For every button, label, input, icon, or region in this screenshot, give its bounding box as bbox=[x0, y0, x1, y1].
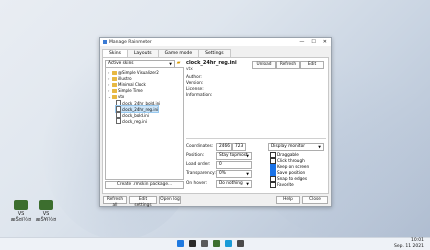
chevron-down-icon: ▼ bbox=[246, 154, 249, 158]
folder-open-icon[interactable]: ▰ bbox=[175, 60, 182, 67]
create-package-button[interactable]: Create .rmskin package... bbox=[105, 181, 184, 189]
edit-button[interactable]: Edit bbox=[300, 61, 324, 69]
maximize-button[interactable]: ☐ bbox=[311, 39, 315, 45]
search-icon[interactable] bbox=[189, 240, 196, 247]
checkbox-box bbox=[270, 182, 276, 188]
window-title: Manage Rainmeter bbox=[109, 39, 152, 45]
refresh-all-button[interactable]: Refresh all bbox=[103, 196, 127, 208]
license-label: License: bbox=[186, 87, 204, 92]
rainmeter-icon bbox=[103, 40, 107, 44]
close-window-button[interactable]: ✕ bbox=[323, 39, 327, 45]
monitor-dropdown[interactable]: Display monitor ▼ bbox=[268, 143, 324, 151]
desktop-icon-label: VS æŠ¥ï½¤ bbox=[35, 211, 57, 223]
system-clock[interactable]: 10:01 Sep. 11 2021 bbox=[394, 238, 424, 249]
tree-item[interactable]: › Minimal Clock bbox=[108, 82, 146, 87]
edit-settings-button[interactable]: Edit settings bbox=[129, 196, 157, 208]
start-icon[interactable] bbox=[177, 240, 184, 247]
clock-date: Sep. 11 2021 bbox=[394, 243, 424, 249]
chevron-down-icon: ▼ bbox=[318, 145, 321, 149]
help-button[interactable]: Help bbox=[276, 196, 300, 204]
draggable-checkbox[interactable]: Draggable bbox=[270, 152, 299, 158]
folder-icon bbox=[112, 70, 117, 75]
checkbox-box-checked bbox=[270, 164, 276, 170]
unload-button[interactable]: Unload bbox=[252, 61, 276, 69]
checkbox-box bbox=[270, 158, 276, 164]
transparency-dropdown[interactable]: 0% ▼ bbox=[216, 170, 252, 178]
open-log-button[interactable]: Open log bbox=[159, 196, 181, 204]
file-icon bbox=[116, 118, 121, 124]
tree-item[interactable]: ⌄ vtx bbox=[108, 94, 124, 99]
app-icon[interactable] bbox=[237, 240, 244, 247]
minimize-button[interactable]: — bbox=[299, 39, 304, 45]
desktop-icon-1[interactable]: VS æŠ¤ï½¤ bbox=[8, 200, 34, 223]
active-skins-label: Active skins bbox=[108, 61, 134, 66]
favorite-checkbox[interactable]: Favorite bbox=[270, 182, 294, 188]
title-bar[interactable]: Manage Rainmeter — ☐ ✕ bbox=[100, 38, 331, 46]
chevron-down-icon: ▼ bbox=[246, 172, 249, 176]
folder-icon bbox=[112, 94, 117, 99]
checkbox-box bbox=[270, 176, 276, 182]
on-hover-dropdown[interactable]: Do nothing ▼ bbox=[216, 180, 252, 188]
folder-icon bbox=[112, 88, 117, 93]
keep-on-screen-checkbox[interactable]: Keep on screen bbox=[270, 164, 309, 170]
skin-name: clock_24hr_reg.ini bbox=[186, 60, 237, 66]
position-label: Position: bbox=[186, 153, 205, 158]
click-through-checkbox[interactable]: Click through bbox=[270, 158, 305, 164]
save-position-checkbox[interactable]: Save position bbox=[270, 170, 305, 176]
version-label: Version: bbox=[186, 81, 204, 86]
task-view-icon[interactable] bbox=[201, 240, 208, 247]
tree-item[interactable]: clock_reg.ini bbox=[116, 118, 147, 124]
app-icon[interactable] bbox=[213, 240, 220, 247]
divider bbox=[186, 138, 326, 139]
checkbox-box-checked bbox=[270, 170, 276, 176]
app-icon bbox=[39, 200, 53, 210]
x-coordinate-input[interactable]: 2466 bbox=[216, 143, 232, 151]
app-icon bbox=[14, 200, 28, 210]
tree-item[interactable]: › illustro bbox=[108, 76, 132, 81]
desktop-icon-2[interactable]: VS æŠ¥ï½¤ bbox=[33, 200, 59, 223]
on-hover-label: On hover: bbox=[186, 181, 208, 186]
taskbar-icons bbox=[177, 240, 244, 247]
chevron-down-icon: ▼ bbox=[246, 182, 249, 186]
close-button[interactable]: Close bbox=[302, 196, 328, 204]
rainmeter-window: Manage Rainmeter — ☐ ✕ Skins Layouts Gam… bbox=[99, 37, 332, 208]
checkbox-box bbox=[270, 152, 276, 158]
coordinates-label: Coordinates: bbox=[186, 144, 214, 149]
taskbar: 10:01 Sep. 11 2021 bbox=[0, 237, 430, 250]
desktop-icon-label: VS æŠ¤ï½¤ bbox=[10, 211, 32, 223]
author-label: Author: bbox=[186, 75, 202, 80]
rainmeter-taskbar-icon[interactable] bbox=[225, 240, 232, 247]
position-dropdown[interactable]: Stay topmost ▼ bbox=[216, 152, 252, 160]
tree-item[interactable]: › @Simple Visualizer2 bbox=[108, 70, 159, 75]
refresh-button[interactable]: Refresh bbox=[276, 61, 300, 69]
load-order-label: Load order: bbox=[186, 162, 211, 167]
y-coordinate-input[interactable]: 723 bbox=[232, 143, 246, 151]
load-order-input[interactable]: 0 bbox=[216, 161, 252, 169]
tree-item[interactable]: › Simple Time bbox=[108, 88, 143, 93]
folder-icon bbox=[112, 76, 117, 81]
snap-to-edges-checkbox[interactable]: Snap to edges bbox=[270, 176, 307, 182]
skin-path: vtx bbox=[186, 67, 193, 72]
information-label: Information: bbox=[186, 93, 213, 98]
skin-tree[interactable]: › @Simple Visualizer2 › illustro › Minimal … bbox=[105, 67, 184, 180]
folder-icon bbox=[112, 82, 117, 87]
transparency-label: Transparency: bbox=[186, 171, 216, 176]
